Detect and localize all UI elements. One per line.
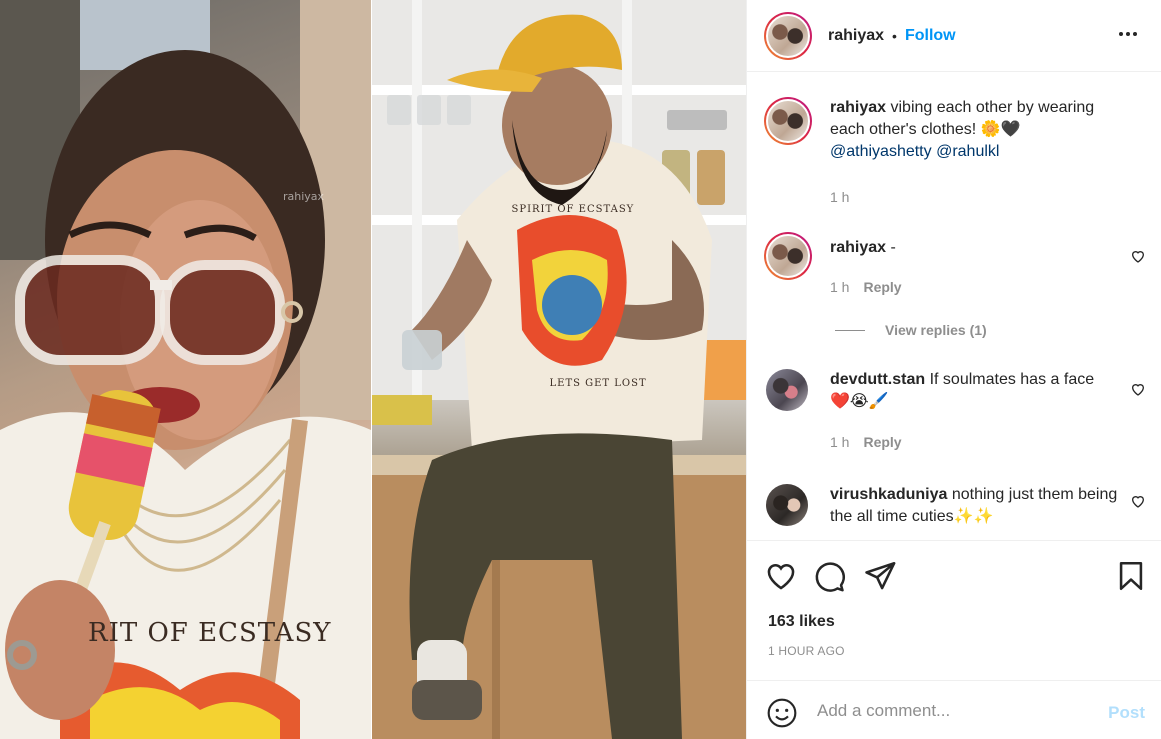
photo-athiya: rahiyax RIT OF ECSTASY — [0, 0, 371, 739]
caption-username[interactable]: rahiyax — [830, 99, 886, 116]
likes-count[interactable]: 163 likes — [768, 613, 835, 631]
comment-item: devdutt.stan If soulmates has a face ❤️😭… — [764, 369, 1154, 469]
photo-rahul: SPIRIT OF ECSTASY LETS GET LOST — [371, 0, 746, 739]
comment-icon[interactable] — [812, 559, 846, 593]
header-separator: • — [892, 27, 897, 44]
caption-time[interactable]: 1 h — [830, 189, 849, 205]
shirt-print-right-bottom: LETS GET LOST — [549, 378, 647, 389]
reply-button[interactable]: Reply — [863, 279, 901, 295]
avatar-image — [766, 13, 810, 58]
comment-username[interactable]: rahiyax — [830, 239, 886, 256]
post-timestamp[interactable]: 1 HOUR AGO — [768, 644, 845, 658]
comments-list[interactable]: rahiyax vibing each other by wearing eac… — [747, 73, 1161, 540]
shirt-print-left: RIT OF ECSTASY — [88, 618, 332, 648]
comment-item: rahiyax - 1 h Reply View replies (1) — [764, 232, 1154, 352]
send-icon[interactable] — [863, 559, 897, 593]
instagram-post-view: rahiyax RIT OF ECSTASY SPIRIT OF ECSTASY… — [0, 0, 1161, 739]
view-replies-label: View replies (1) — [885, 322, 987, 338]
comment-item: virushkaduniya nothing just them being t… — [764, 482, 1154, 540]
more-options-icon[interactable] — [1116, 22, 1140, 46]
caption-text: rahiyax vibing each other by wearing eac… — [830, 97, 1130, 163]
comment-avatar-image — [766, 234, 810, 278]
comment-text: devdutt.stan If soulmates has a face ❤️😭… — [830, 369, 1130, 413]
avatar[interactable] — [764, 11, 812, 60]
add-comment-bar: Post — [747, 680, 1161, 739]
comment-like-heart-icon[interactable] — [1130, 493, 1146, 509]
comment-username[interactable]: devdutt.stan — [830, 371, 925, 388]
post-header: rahiyax • Follow — [747, 0, 1161, 72]
caption-row: rahiyax vibing each other by wearing eac… — [764, 97, 1154, 227]
comment-meta: 1 h Reply — [830, 434, 902, 450]
comment-username[interactable]: virushkaduniya — [830, 486, 947, 503]
comment-avatar[interactable] — [766, 369, 808, 411]
mention-rahulkl[interactable]: @rahulkl — [936, 143, 999, 160]
comment-body: If soulmates has a face — [929, 371, 1095, 388]
post-sidebar: rahiyax • Follow rahiyax vibing each oth… — [746, 0, 1161, 739]
caption-meta: 1 h — [830, 189, 849, 205]
photo-right-illustration — [371, 0, 746, 739]
comment-like-heart-icon[interactable] — [1130, 248, 1146, 264]
mention-athiyashetty[interactable]: @athiyashetty — [830, 143, 932, 160]
post-comment-button[interactable]: Post — [1108, 703, 1145, 723]
comment-meta: 1 h Reply — [830, 279, 902, 295]
comment-input[interactable] — [817, 695, 1097, 727]
follow-button[interactable]: Follow — [905, 27, 956, 45]
post-media[interactable]: rahiyax RIT OF ECSTASY SPIRIT OF ECSTASY… — [0, 0, 746, 739]
comment-text: virushkaduniya nothing just them being t… — [830, 484, 1130, 528]
heart-icon[interactable] — [764, 559, 798, 593]
view-replies-button[interactable]: View replies (1) — [835, 322, 987, 338]
watermark-left: rahiyax — [283, 190, 325, 203]
replies-line — [835, 329, 865, 331]
post-actions: 163 likes 1 HOUR AGO — [747, 540, 1161, 680]
reply-button[interactable]: Reply — [863, 434, 901, 450]
comment-text: rahiyax - — [830, 237, 1130, 259]
comment-body: - — [890, 239, 896, 256]
comment-time[interactable]: 1 h — [830, 279, 849, 295]
header-username[interactable]: rahiyax — [828, 27, 884, 45]
comment-emoji: ❤️😭🖌️ — [830, 393, 889, 410]
comment-time[interactable]: 1 h — [830, 434, 849, 450]
bookmark-icon[interactable] — [1114, 559, 1148, 593]
caption-avatar[interactable] — [764, 97, 812, 145]
comment-avatar[interactable] — [764, 232, 812, 280]
caption-avatar-image — [766, 99, 810, 143]
comment-avatar[interactable] — [766, 484, 808, 526]
shirt-print-right: SPIRIT OF ECSTASY — [511, 204, 635, 215]
comment-like-heart-icon[interactable] — [1130, 381, 1146, 397]
smiley-icon[interactable] — [766, 697, 798, 729]
